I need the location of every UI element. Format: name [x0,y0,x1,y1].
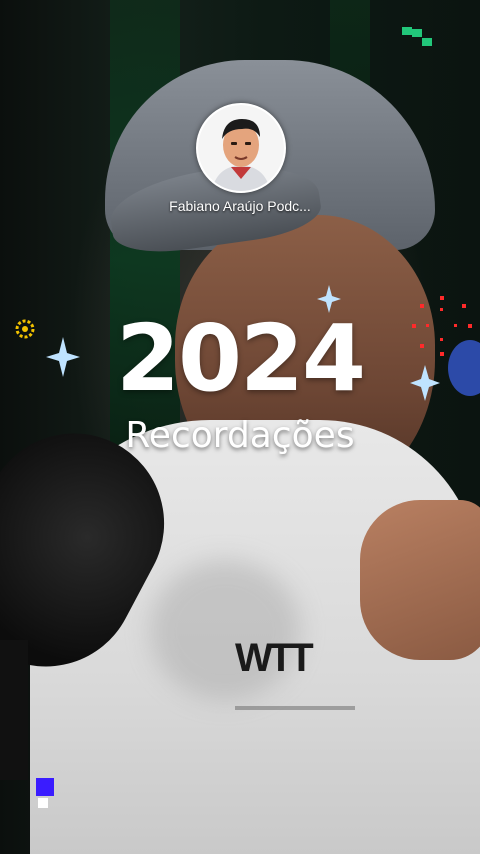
recordacoes-subtitle: Recordações [125,415,355,456]
channel-name[interactable]: Fabiano Araújo Podc... [150,198,330,214]
shirt-logo: WTT [235,636,355,710]
pixel-deco-blue [36,778,54,808]
cartoon-portrait-avatar-icon [198,105,284,191]
story-screen: WTT Fabiano Araújo Podc... 2024 Recordaç… [0,0,480,854]
pixel-deco-green [402,27,432,46]
microphone-arm [0,640,28,780]
hand [360,500,480,660]
year-title: 2024 [115,305,366,412]
blue-balloon-deco [448,340,480,396]
sun-deco-icon [15,319,35,339]
channel-avatar[interactable] [196,103,286,193]
